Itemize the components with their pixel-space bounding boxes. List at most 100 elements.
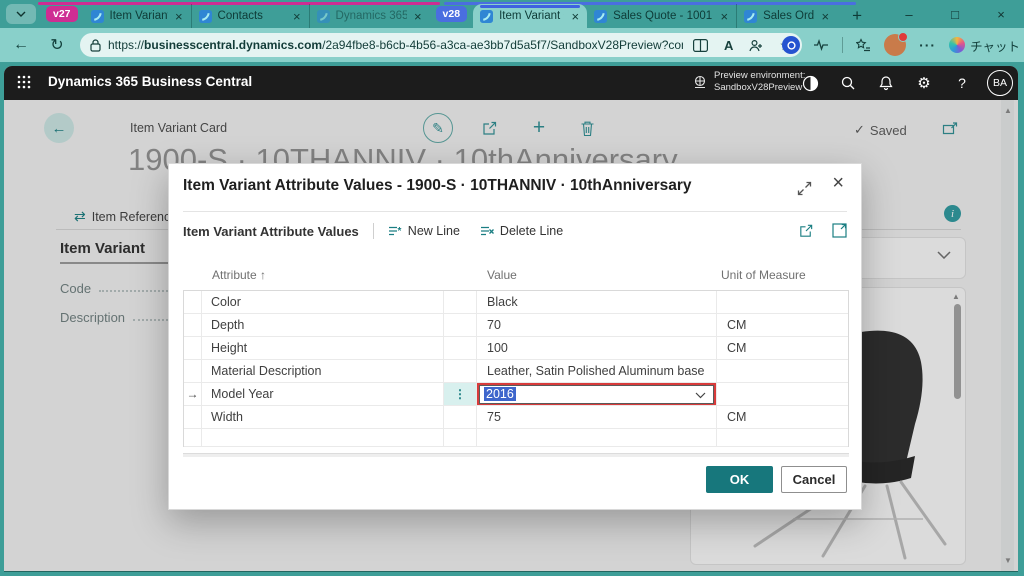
new-line-button[interactable]: * New Line [388,224,460,238]
tab-close-icon[interactable]: × [719,9,729,24]
breadcrumb[interactable]: Item Variant Card [130,121,227,135]
cell-unit-of-measure[interactable]: CM [717,406,850,428]
tab-group-badge-v27[interactable]: v27 [46,6,78,22]
scroll-up-icon[interactable]: ▲ [1004,106,1012,115]
cell-attribute[interactable]: Model Year [202,383,444,405]
browser-tab[interactable]: Item Variant Card× [473,4,587,28]
row-selector-cell[interactable] [184,360,202,382]
tab-close-icon[interactable]: × [413,9,423,24]
cell-unit-of-measure[interactable] [717,383,850,405]
split-screen-icon[interactable] [693,39,708,52]
row-options-cell [444,360,477,382]
app-title[interactable]: Dynamics 365 Business Central [48,74,252,89]
delete-button[interactable] [572,113,602,143]
browser-tab[interactable]: Dynamics 365 Bus × [310,4,430,28]
cell-attribute[interactable]: Material Description [202,360,444,382]
cancel-button[interactable]: Cancel [781,466,847,493]
tab-close-icon[interactable]: × [820,9,830,24]
user-avatar[interactable]: BA [987,70,1013,96]
tab-search-dropdown-button[interactable] [6,4,36,24]
cell-unit-of-measure[interactable]: CM [717,337,850,359]
ok-button[interactable]: OK [706,466,773,493]
cell-value[interactable]: 2016 [477,383,717,405]
delete-line-button[interactable]: Delete Line [480,224,563,238]
browser-tab[interactable]: Sales Quote - 1001× [587,4,737,28]
share-icon[interactable] [798,223,814,239]
grid-row-empty [184,429,848,447]
browser-tab[interactable]: Sales Orders× [737,4,837,28]
value-combobox[interactable]: 2016 [479,385,714,404]
scroll-down-icon[interactable]: ▼ [1004,556,1012,565]
search-icon[interactable] [837,73,859,93]
environment-indicator[interactable]: Preview environment:SandboxV28Preview [692,70,805,94]
minimize-button[interactable]: – [886,0,932,28]
copilot-chat-label: チャット [970,36,1020,55]
password-extension-icon[interactable] [782,36,800,54]
browser-back-button[interactable]: ← [10,35,32,55]
row-options-cell [444,291,477,313]
cell-attribute[interactable]: Height [202,337,444,359]
row-selector-cell[interactable] [184,337,202,359]
window-close-button[interactable]: × [978,0,1024,28]
notifications-bell-icon[interactable] [875,73,897,93]
row-selector-cell[interactable] [184,406,202,428]
share-button[interactable] [474,113,504,143]
new-tab-button[interactable]: + [843,4,871,28]
edit-button[interactable]: ✎ [423,113,453,143]
row-selector-cell[interactable] [184,291,202,313]
cell-value[interactable]: 75 [477,406,717,428]
row-selector-cell[interactable]: → [184,383,202,405]
browser-menu-icon[interactable]: ··· [919,37,936,53]
row-selector-cell[interactable] [184,314,202,336]
tab-group-badge-v28[interactable]: v28 [436,6,468,22]
row-options-cell[interactable]: ⋮ [444,383,477,405]
chevron-down-icon[interactable] [937,251,951,259]
cell-value[interactable]: 70 [477,314,717,336]
factbox-scrollbar-thumb[interactable] [954,304,961,399]
cell-attribute[interactable]: Depth [202,314,444,336]
dialog-expand-icon[interactable] [797,181,812,196]
cell-unit-of-measure[interactable] [717,291,850,313]
collections-icon[interactable] [856,38,871,52]
info-icon[interactable]: i [944,205,961,222]
tab-close-icon[interactable]: × [292,9,302,24]
help-icon[interactable]: ? [951,73,973,93]
tab-close-icon[interactable]: × [570,9,580,24]
address-url-field[interactable]: https://businesscentral.dynamics.com/2a9… [80,33,802,57]
browser-tab[interactable]: Item Variant Card× [84,4,192,28]
page-back-button[interactable]: ← [44,113,74,143]
svg-text:*: * [397,226,401,237]
page-scrollbar[interactable]: ▲ ▼ [1001,100,1014,571]
column-header-value[interactable]: Value [487,268,517,282]
browser-window: v27Item Variant Card×Contacts×Dynamics 3… [0,0,1024,576]
cell-value[interactable]: Leather, Satin Polished Aluminum base [477,360,717,382]
maximize-button[interactable]: □ [932,0,978,28]
new-button[interactable]: + [524,113,554,143]
tab-title: Dynamics 365 Bus [336,10,407,22]
column-header-attribute[interactable]: Attribute ↑ [212,268,266,282]
profile-add-icon[interactable] [749,39,763,52]
cell-value[interactable]: Black [477,291,717,313]
app-launcher-icon[interactable] [16,74,32,90]
column-header-uom[interactable]: Unit of Measure [721,268,806,282]
combobox-selected-text: 2016 [484,387,516,401]
factbox-scroll-up-icon[interactable]: ▲ [952,292,960,301]
copilot-chat-button[interactable]: チャット [949,36,1020,55]
open-in-window-icon[interactable] [942,121,958,136]
cell-unit-of-measure[interactable] [717,360,850,382]
cell-value[interactable]: 100 [477,337,717,359]
browser-refresh-button[interactable]: ↻ [46,35,68,55]
cell-unit-of-measure[interactable]: CM [717,314,850,336]
combobox-dropdown-icon[interactable] [695,392,706,399]
browser-profile-avatar[interactable] [884,34,906,56]
read-aloud-icon[interactable]: A [724,38,733,53]
copilot-bc-icon[interactable] [799,73,821,93]
browser-tab[interactable]: Contacts× [192,4,310,28]
cell-attribute[interactable]: Color [202,291,444,313]
browser-essentials-icon[interactable] [813,38,829,52]
settings-gear-icon[interactable]: ⚙ [913,73,935,93]
dialog-close-icon[interactable]: × [832,172,844,195]
tab-close-icon[interactable]: × [174,9,184,24]
cell-attribute[interactable]: Width [202,406,444,428]
open-in-excel-icon[interactable] [832,223,847,239]
